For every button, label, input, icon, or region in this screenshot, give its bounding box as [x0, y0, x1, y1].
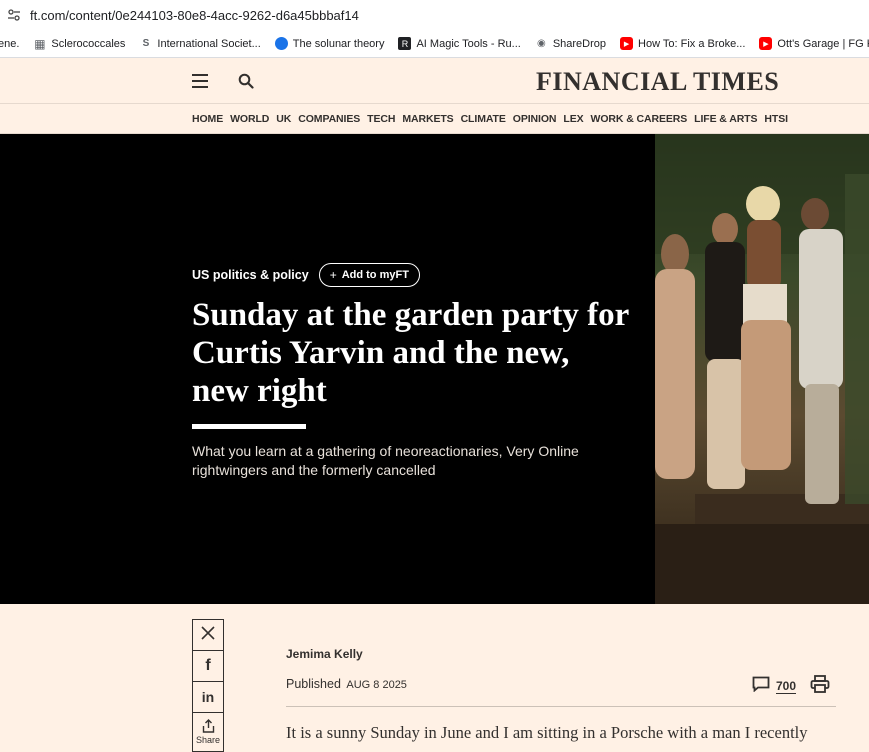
- published-line: Published AUG 8 2025: [286, 677, 407, 691]
- grid-icon: ▦: [34, 36, 46, 51]
- author-link[interactable]: Jemima Kelly: [286, 647, 363, 661]
- share-toolbar: f in Share: [192, 619, 224, 752]
- plus-icon: +: [329, 268, 337, 282]
- bookmark-label: ene.: [0, 37, 20, 50]
- comment-icon[interactable]: [752, 676, 770, 697]
- site-settings-icon[interactable]: [6, 7, 22, 23]
- published-label: Published: [286, 677, 341, 691]
- nav-item-world[interactable]: WORLD: [230, 113, 269, 125]
- article-body-first-line: It is a sunny Sunday in June and I am si…: [286, 723, 808, 742]
- search-icon[interactable]: [238, 73, 254, 89]
- bookmark-label: ShareDrop: [552, 37, 607, 50]
- bookmark-label: How To: Fix a Broke...: [638, 37, 746, 50]
- nav-item-work-careers[interactable]: WORK & CAREERS: [591, 113, 688, 125]
- add-to-myft-label: Add to myFT: [341, 269, 409, 281]
- globe-icon: [274, 37, 288, 50]
- add-to-myft-button[interactable]: + Add to myFT: [318, 263, 420, 287]
- bookmarks-bar: ene. ▦ Sclerococcales S International Societ…: [0, 30, 869, 58]
- nav-item-uk[interactable]: UK: [276, 113, 291, 125]
- bookmark-item[interactable]: R AI Magic Tools - Ru...: [398, 37, 521, 50]
- nav-item-climate[interactable]: CLIMATE: [461, 113, 506, 125]
- bookmark-label: International Societ...: [157, 37, 261, 50]
- bookmark-item[interactable]: ▶ How To: Fix a Broke...: [620, 37, 745, 50]
- nav-item-home[interactable]: HOME: [192, 113, 223, 125]
- article-standfirst: What you learn at a gathering of neoreac…: [192, 443, 579, 478]
- bookmark-item[interactable]: The solunar theory: [274, 37, 385, 50]
- bookmark-label: Sclerococcales: [51, 37, 126, 50]
- hero-photo: [655, 134, 869, 604]
- menu-icon[interactable]: [192, 74, 208, 88]
- r-logo-icon: R: [398, 37, 412, 50]
- published-date: AUG 8 2025: [346, 679, 407, 691]
- bookmark-label: Ott's Garage | FG Kn...: [777, 37, 869, 50]
- facebook-icon: f: [205, 657, 211, 674]
- nav-item-markets[interactable]: MARKETS: [402, 113, 453, 125]
- linkedin-icon: in: [201, 689, 215, 705]
- nav-item-companies[interactable]: COMPANIES: [298, 113, 360, 125]
- article-hero: US politics & policy + Add to myFT Sunda…: [0, 134, 869, 604]
- comment-count[interactable]: 700: [776, 679, 797, 694]
- article-tools: 700: [752, 675, 830, 698]
- nav-item-lex[interactable]: LEX: [563, 113, 583, 125]
- share-label: Share: [195, 735, 221, 745]
- nav-item-htsi[interactable]: HTSI: [764, 113, 788, 125]
- nav-item-life-arts[interactable]: LIFE & ARTS: [694, 113, 757, 125]
- share-icon: [202, 719, 215, 735]
- print-icon[interactable]: [810, 675, 830, 698]
- bookmark-item[interactable]: ene.: [0, 38, 19, 50]
- headline-rule: [192, 424, 306, 429]
- share-x-button[interactable]: [192, 619, 224, 650]
- x-logo-icon: [201, 625, 215, 645]
- youtube-icon: ▶: [620, 37, 634, 50]
- byline-divider: [286, 706, 836, 707]
- nav-item-opinion[interactable]: OPINION: [513, 113, 557, 125]
- share-button[interactable]: Share: [192, 712, 224, 752]
- nav-item-tech[interactable]: TECH: [367, 113, 395, 125]
- topic-row: US politics & policy + Add to myFT: [192, 263, 420, 287]
- isa-logo-icon: S: [142, 38, 150, 49]
- bookmark-label: The solunar theory: [292, 37, 385, 50]
- site-header: FINANCIAL TIMES: [0, 58, 869, 104]
- topic-link[interactable]: US politics & policy: [192, 268, 309, 282]
- bookmark-item[interactable]: ▦ Sclerococcales: [33, 36, 126, 51]
- ft-logo[interactable]: FINANCIAL TIMES: [536, 67, 779, 97]
- bookmark-item[interactable]: ◉ ShareDrop: [535, 37, 606, 50]
- share-linkedin-button[interactable]: in: [192, 681, 224, 712]
- bookmark-item[interactable]: ▶ Ott's Garage | FG Kn...: [759, 37, 869, 50]
- share-facebook-button[interactable]: f: [192, 650, 224, 681]
- primary-nav: HOME WORLD UK COMPANIES TECH MARKETS CLIMATE OP…: [0, 104, 869, 134]
- bookmark-label: AI Magic Tools - Ru...: [416, 37, 521, 50]
- article-headline: Sunday at the garden party for Curtis Ya…: [192, 297, 629, 409]
- browser-address-bar[interactable]: ft.com/content/0e244103-80e8-4acc-9262-d…: [0, 0, 869, 30]
- broadcast-icon: ◉: [536, 38, 546, 49]
- youtube-icon: ▶: [759, 37, 773, 50]
- bookmark-item[interactable]: S International Societ...: [139, 37, 261, 50]
- url-text[interactable]: ft.com/content/0e244103-80e8-4acc-9262-d…: [30, 8, 359, 23]
